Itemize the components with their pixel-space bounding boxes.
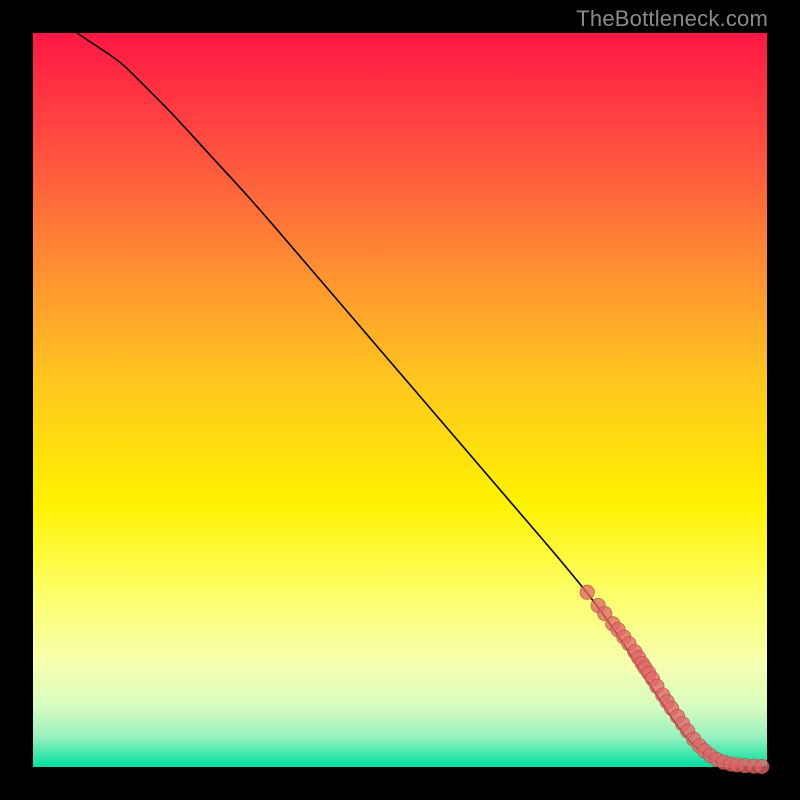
marker-dot: [580, 585, 594, 599]
marker-dot: [755, 759, 769, 773]
bottleneck-curve: [77, 33, 767, 767]
figure-frame: TheBottleneck.com: [0, 0, 800, 800]
marker-group: [580, 585, 769, 774]
curve-layer: [0, 0, 800, 800]
